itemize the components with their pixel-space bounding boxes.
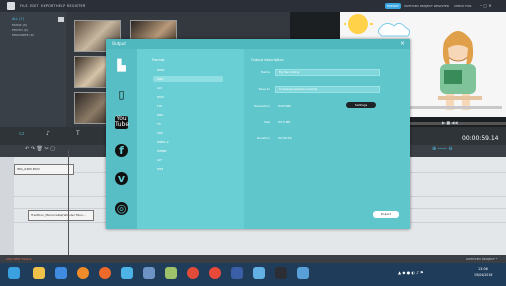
output-heading: Output description <box>251 58 284 62</box>
library-all[interactable]: ALL (7) <box>12 17 24 21</box>
desktop-screen: FILE EDIT EXPORT HELP REGISTER EXPORT UN… <box>0 0 506 286</box>
name-label: Name <box>261 70 270 74</box>
format-item[interactable]: 3GP <box>157 131 163 135</box>
format-item[interactable]: MOV <box>157 95 164 99</box>
status-bar <box>0 255 506 263</box>
menu-file[interactable]: FILE <box>20 4 28 8</box>
dialog-titlebar <box>106 39 410 49</box>
device-icon[interactable]: ▯ <box>115 88 128 101</box>
app-icon[interactable] <box>121 267 133 279</box>
app-icon[interactable] <box>297 267 309 279</box>
ie-icon[interactable] <box>55 267 67 279</box>
menu-register[interactable]: REGISTER <box>67 4 85 8</box>
format-item[interactable]: WMV <box>157 68 165 72</box>
format-item[interactable]: FLV <box>157 104 162 108</box>
format-item[interactable]: MPEG-2 <box>157 140 169 144</box>
format-item[interactable]: WEBM <box>157 149 167 153</box>
clock-date: 19/04/2016 <box>474 273 493 277</box>
player-controls-icon[interactable]: ▶ ■ ◀◀ <box>442 120 458 125</box>
project-status: UNTITLED PROJECT * <box>466 257 498 261</box>
firefox-icon[interactable] <box>99 267 111 279</box>
timecode: 00:00:59.14 <box>462 135 499 142</box>
resolution-label: Resolution <box>254 104 270 108</box>
resolution-value: 640*480 <box>278 104 291 108</box>
text-tab-icon[interactable]: T <box>76 130 80 137</box>
format-item[interactable]: MP4 <box>157 77 163 81</box>
add-track-button[interactable]: ADD NEW TRACK <box>6 257 32 261</box>
mail-icon[interactable] <box>143 267 155 279</box>
name-field[interactable]: My Recording <box>275 69 380 76</box>
dialog-export-button[interactable]: Export <box>373 211 399 218</box>
filmora-icon[interactable] <box>275 267 287 279</box>
vimeo-icon[interactable]: v <box>115 172 128 185</box>
library-photo[interactable]: PHOTO (0) <box>12 28 28 32</box>
dialog-title: Output <box>112 41 126 46</box>
preview-progress[interactable] <box>410 122 506 125</box>
dvd-icon[interactable]: ◎ <box>115 202 128 215</box>
music-tab-icon[interactable]: ♪ <box>46 130 50 137</box>
format-item[interactable]: MKV <box>157 113 164 117</box>
undo-redo-icon[interactable]: ↶ ↷ 🗑 ✂ ▢ <box>25 146 55 152</box>
menu-export[interactable]: EXPORT <box>41 4 56 8</box>
media-player-icon[interactable] <box>77 267 89 279</box>
export-button[interactable]: EXPORT <box>385 3 401 9</box>
register-link[interactable]: REGISTER <box>434 4 449 8</box>
library-music[interactable]: MUSIC (0) <box>12 23 27 27</box>
format-selection <box>153 76 223 82</box>
menu-help[interactable]: HELP <box>56 4 65 8</box>
app-icon[interactable] <box>165 267 177 279</box>
library-panel <box>0 12 66 127</box>
file-format-icon[interactable]: ▙ <box>115 59 128 72</box>
playhead[interactable] <box>68 150 69 255</box>
size-value: 64.5 MB <box>278 120 291 124</box>
zoom-controls-icon[interactable]: ⊕ ─── ⊖ <box>432 146 453 152</box>
facebook-share-icon[interactable]: f <box>115 144 128 157</box>
facebook-icon[interactable] <box>231 267 243 279</box>
youtube-icon[interactable]: You Tube <box>115 116 129 129</box>
library-favourite[interactable]: FAVOURITE (0) <box>12 33 34 37</box>
audio-clip[interactable]: Tradition_Memorable(Wonder Fans... <box>28 210 94 221</box>
format-item[interactable]: GIF <box>157 158 162 162</box>
video-clip[interactable]: IMG_0465.MOV <box>14 164 74 175</box>
duration-value: 00:00:59 <box>278 136 292 140</box>
tray-icons[interactable]: ▲ ◆ ● ◐ ♪ ⚑ <box>398 270 424 275</box>
settings-button[interactable]: Settings <box>346 102 376 108</box>
project-title: UNTITLED PROJECT <box>404 4 433 8</box>
format-heading: Format <box>152 58 165 62</box>
track-headers <box>0 157 14 255</box>
opera-icon[interactable] <box>209 267 221 279</box>
format-item[interactable]: TS <box>157 122 161 126</box>
format-item[interactable]: MP3 <box>157 167 163 171</box>
media-tab-icon[interactable]: ▭ <box>19 130 25 137</box>
start-icon[interactable] <box>8 267 20 279</box>
check-link[interactable]: CHECK FOR <box>454 4 471 8</box>
duration-label: Duration <box>256 136 270 140</box>
window-controls-icon[interactable]: – ▢ ✕ <box>480 3 492 8</box>
library-toggle-icon[interactable] <box>58 17 64 22</box>
format-item[interactable]: AVI <box>157 86 162 90</box>
folder-icon[interactable] <box>33 267 45 279</box>
save-to-label: Save to <box>258 87 270 91</box>
save-to-field[interactable]: C:/Users/user/Documents <box>275 86 380 93</box>
close-icon[interactable]: × <box>400 40 405 47</box>
clock-time: 13:06 <box>478 267 488 271</box>
app-logo-icon <box>7 2 15 10</box>
chrome-icon[interactable] <box>187 267 199 279</box>
app-icon[interactable] <box>253 267 265 279</box>
size-label: Size <box>263 120 270 124</box>
menu-edit[interactable]: EDIT <box>30 4 39 8</box>
